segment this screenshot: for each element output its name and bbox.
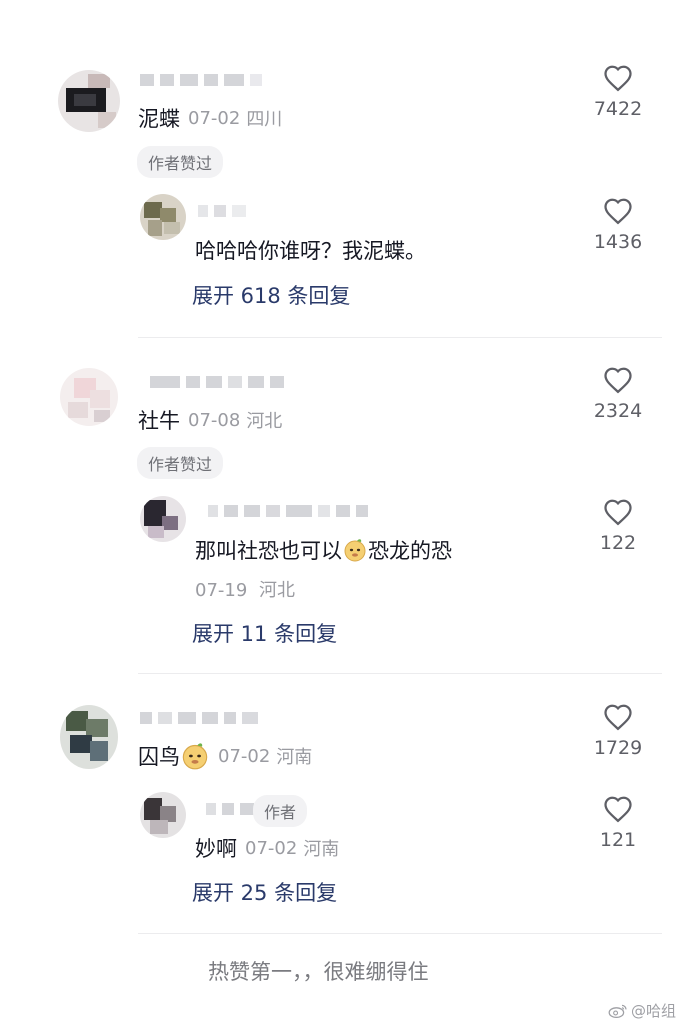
expand-replies-link[interactable]: 展开 618 条回复 — [192, 280, 350, 310]
watermark-text: @哈组 — [630, 1002, 676, 1020]
reply-body: 妙啊 — [195, 837, 237, 861]
comment-text: 泥蝶 07-02 四川 — [138, 103, 282, 133]
like-count: 1436 — [593, 231, 643, 253]
reply-date: 07-02 — [245, 837, 298, 859]
caption-text: 热赞第一，，很难绷得住 — [208, 960, 429, 984]
like-button[interactable]: 1729 — [578, 703, 658, 759]
like-count: 121 — [599, 829, 637, 851]
username-redacted[interactable] — [150, 375, 284, 389]
comment-location: 河北 — [246, 411, 283, 432]
reply-text: 妙啊 07-02 河南 — [195, 833, 339, 863]
reply-avatar[interactable] — [140, 194, 186, 240]
comment-location: 四川 — [246, 109, 283, 130]
comment-body: 囚鸟 — [138, 745, 180, 769]
divider — [138, 933, 662, 934]
avatar[interactable] — [58, 70, 120, 132]
watermark: @哈组 — [608, 1000, 676, 1021]
comment-location: 河南 — [276, 747, 313, 768]
comment-text: 社牛 07-08 河北 — [138, 405, 282, 435]
author-liked-badge: 作者赞过 — [137, 447, 224, 479]
reply-meta: 07-19 河北 — [195, 576, 295, 602]
comment-date: 07-02 — [188, 107, 241, 129]
like-count: 1729 — [593, 737, 643, 759]
reply-text-part: 那叫社恐也可以 — [195, 539, 342, 563]
divider — [138, 673, 662, 674]
expand-replies-link[interactable]: 展开 11 条回复 — [192, 618, 337, 648]
like-count: 2324 — [593, 400, 643, 422]
reply-date: 07-19 — [195, 580, 248, 601]
author-tag: 作者 — [253, 795, 308, 827]
comment-list-screen: 泥蝶 07-02 四川 作者赞过 7422 哈哈哈你谁呀？我泥蝶。 1436 展… — [0, 0, 690, 1029]
avatar[interactable] — [60, 368, 118, 426]
heart-outline-icon — [604, 499, 632, 526]
heart-outline-icon — [604, 198, 632, 225]
reply-avatar[interactable] — [140, 792, 186, 838]
comment-date: 07-02 — [218, 745, 271, 767]
comment-date: 07-08 — [188, 409, 241, 431]
heart-outline-icon — [604, 367, 632, 394]
avatar[interactable] — [60, 705, 118, 769]
like-button[interactable]: 2324 — [578, 366, 658, 422]
reply-username-redacted[interactable] — [206, 802, 254, 816]
heart-outline-icon — [604, 796, 632, 823]
heart-outline-icon — [604, 704, 632, 731]
reply-location: 河北 — [259, 580, 296, 601]
reply-like-button[interactable]: 121 — [578, 795, 658, 851]
author-liked-badge: 作者赞过 — [137, 146, 224, 178]
reply-username-redacted[interactable] — [208, 504, 368, 518]
doge-emoji-icon — [182, 743, 208, 770]
comment-body: 社牛 — [138, 409, 180, 433]
reply-avatar[interactable] — [140, 496, 186, 542]
divider — [138, 337, 662, 338]
reply-location: 河南 — [303, 839, 340, 860]
reply-like-button[interactable]: 1436 — [578, 197, 658, 253]
like-count: 122 — [599, 532, 637, 554]
weibo-icon — [608, 1004, 627, 1018]
reply-text-part: 恐龙的恐 — [368, 539, 452, 563]
reply-text: 那叫社恐也可以 恐龙的恐 — [195, 535, 452, 565]
heart-outline-icon — [604, 65, 632, 92]
comment-body: 泥蝶 — [138, 107, 180, 131]
like-count: 7422 — [593, 98, 643, 120]
comment-text: 囚鸟 07-02 河南 — [138, 741, 312, 771]
username-redacted[interactable] — [140, 73, 262, 87]
reply-username-redacted[interactable] — [198, 204, 246, 218]
username-redacted[interactable] — [140, 711, 258, 725]
doge-emoji-icon — [344, 539, 366, 562]
reply-like-button[interactable]: 122 — [578, 498, 658, 554]
reply-text: 哈哈哈你谁呀？我泥蝶。 — [195, 239, 426, 263]
expand-replies-link[interactable]: 展开 25 条回复 — [192, 877, 337, 907]
like-button[interactable]: 7422 — [578, 64, 658, 120]
